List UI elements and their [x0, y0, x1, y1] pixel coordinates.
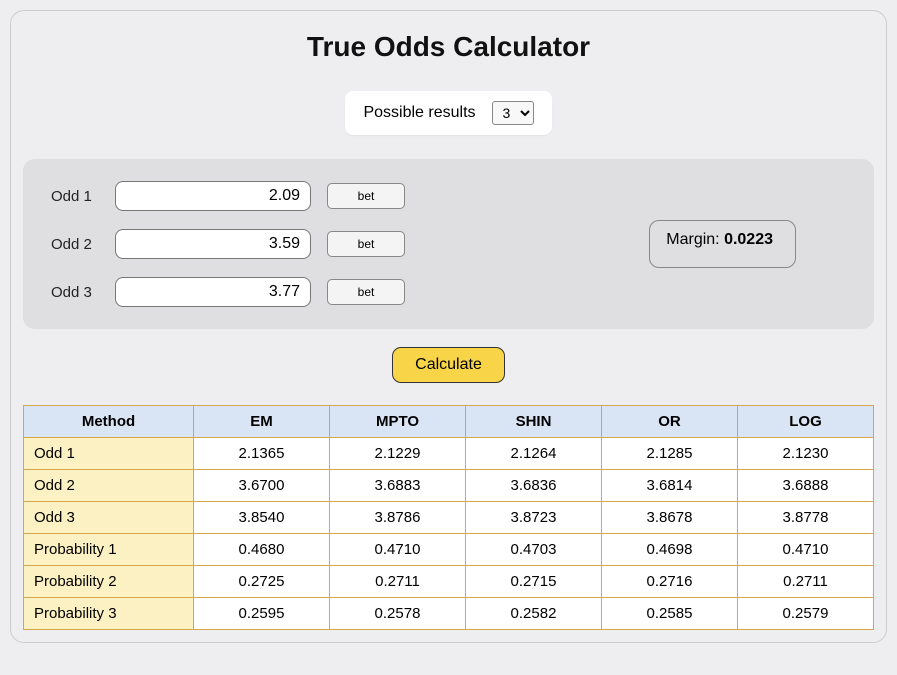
cell: 0.4710 [738, 534, 874, 566]
bet-button-2[interactable]: bet [327, 231, 405, 257]
cell: 0.2711 [330, 566, 466, 598]
table-header-row: Method EM MPTO SHIN OR LOG [24, 406, 874, 438]
cell: 0.2579 [738, 598, 874, 630]
th-method: Method [24, 406, 194, 438]
cell: 3.8723 [466, 502, 602, 534]
table-row: Probability 20.27250.27110.27150.27160.2… [24, 566, 874, 598]
table-row: Odd 23.67003.68833.68363.68143.6888 [24, 470, 874, 502]
row-label: Odd 3 [24, 502, 194, 534]
cell: 0.4680 [194, 534, 330, 566]
possible-results-box: Possible results 3 [345, 91, 551, 135]
possible-results-row: Possible results 3 [11, 91, 886, 135]
cell: 3.6836 [466, 470, 602, 502]
row-label: Probability 1 [24, 534, 194, 566]
table-row: Odd 12.13652.12292.12642.12852.1230 [24, 438, 874, 470]
cell: 3.8678 [602, 502, 738, 534]
table-row: Probability 30.25950.25780.25820.25850.2… [24, 598, 874, 630]
cell: 0.2725 [194, 566, 330, 598]
odd-1-input[interactable] [115, 181, 311, 211]
odds-column: Odd 1 bet Odd 2 bet Odd 3 bet [51, 181, 405, 307]
table-row: Probability 10.46800.47100.47030.46980.4… [24, 534, 874, 566]
row-label: Probability 2 [24, 566, 194, 598]
bet-button-1[interactable]: bet [327, 183, 405, 209]
odd-2-input[interactable] [115, 229, 311, 259]
cell: 3.6888 [738, 470, 874, 502]
odds-panel: Odd 1 bet Odd 2 bet Odd 3 bet Margin: 0.… [23, 159, 874, 329]
possible-results-label: Possible results [363, 104, 475, 122]
odd-2-label: Odd 2 [51, 236, 115, 253]
cell: 2.1264 [466, 438, 602, 470]
cell: 0.2711 [738, 566, 874, 598]
cell: 3.6883 [330, 470, 466, 502]
cell: 0.2582 [466, 598, 602, 630]
cell: 0.2595 [194, 598, 330, 630]
th-shin: SHIN [466, 406, 602, 438]
row-label: Odd 2 [24, 470, 194, 502]
th-mpto: MPTO [330, 406, 466, 438]
margin-value: 0.0223 [724, 231, 773, 248]
th-em: EM [194, 406, 330, 438]
margin-label: Margin: [666, 231, 724, 248]
cell: 2.1285 [602, 438, 738, 470]
th-or: OR [602, 406, 738, 438]
odd-row-3: Odd 3 bet [51, 277, 405, 307]
calculate-button[interactable]: Calculate [392, 347, 505, 383]
margin-box: Margin: 0.0223 [649, 220, 796, 268]
cell: 0.4698 [602, 534, 738, 566]
odd-row-1: Odd 1 bet [51, 181, 405, 211]
row-label: Probability 3 [24, 598, 194, 630]
cell: 2.1365 [194, 438, 330, 470]
possible-results-select[interactable]: 3 [492, 101, 534, 125]
cell: 3.6814 [602, 470, 738, 502]
cell: 3.8786 [330, 502, 466, 534]
calculate-row: Calculate [11, 347, 886, 383]
cell: 0.4703 [466, 534, 602, 566]
row-label: Odd 1 [24, 438, 194, 470]
odd-row-2: Odd 2 bet [51, 229, 405, 259]
odd-3-input[interactable] [115, 277, 311, 307]
cell: 3.8540 [194, 502, 330, 534]
cell: 0.2716 [602, 566, 738, 598]
bet-button-3[interactable]: bet [327, 279, 405, 305]
results-table: Method EM MPTO SHIN OR LOG Odd 12.13652.… [23, 405, 874, 630]
th-log: LOG [738, 406, 874, 438]
cell: 3.8778 [738, 502, 874, 534]
cell: 0.2715 [466, 566, 602, 598]
cell: 0.2585 [602, 598, 738, 630]
cell: 0.2578 [330, 598, 466, 630]
calculator-container: True Odds Calculator Possible results 3 … [10, 10, 887, 643]
cell: 0.4710 [330, 534, 466, 566]
cell: 3.6700 [194, 470, 330, 502]
odd-1-label: Odd 1 [51, 188, 115, 205]
page-title: True Odds Calculator [11, 31, 886, 63]
cell: 2.1229 [330, 438, 466, 470]
cell: 2.1230 [738, 438, 874, 470]
table-row: Odd 33.85403.87863.87233.86783.8778 [24, 502, 874, 534]
odd-3-label: Odd 3 [51, 284, 115, 301]
